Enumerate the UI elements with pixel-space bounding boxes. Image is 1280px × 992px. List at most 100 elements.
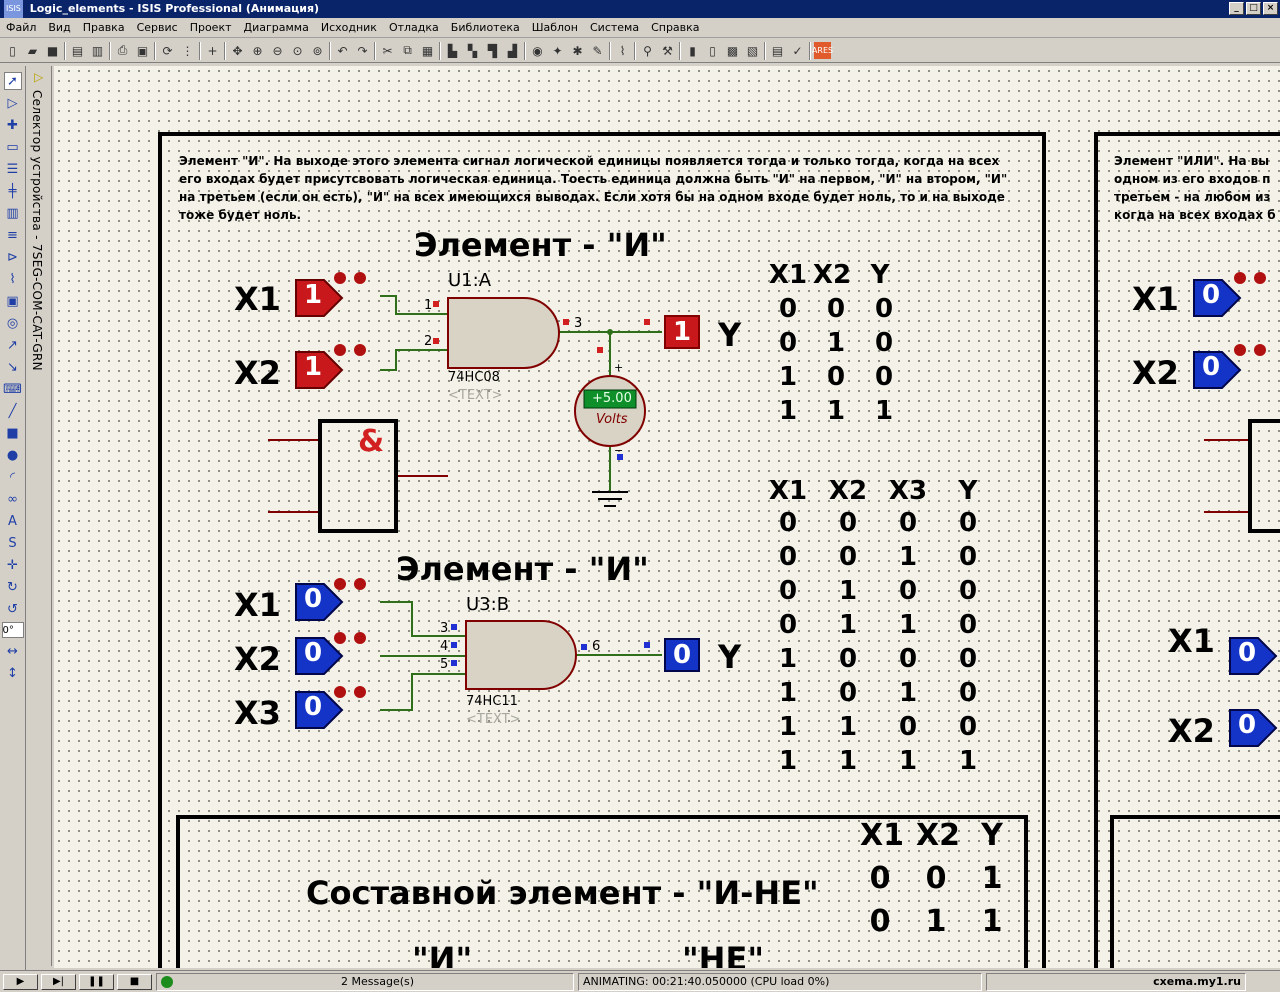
schematic-canvas[interactable]: Элемент "И". На выходе этого элемента си… bbox=[54, 66, 1280, 968]
menu-design[interactable]: Проект bbox=[184, 21, 238, 34]
and-gate-3in-shape[interactable] bbox=[465, 620, 577, 690]
gate1-ref[interactable]: U1:A bbox=[448, 270, 491, 291]
messages-panel[interactable]: 2 Message(s) bbox=[156, 972, 574, 991]
mirror-horizontal-icon[interactable]: ↔ bbox=[4, 642, 22, 660]
text-icon[interactable]: A bbox=[4, 512, 22, 530]
menu-help[interactable]: Справка bbox=[645, 21, 705, 34]
wire-label-icon[interactable]: ▭ bbox=[4, 138, 22, 156]
voltmeter-body[interactable] bbox=[574, 375, 646, 447]
paste-icon[interactable]: ▦ bbox=[419, 42, 436, 59]
zoom-out-icon[interactable]: ⊖ bbox=[269, 42, 286, 59]
grid-icon[interactable]: ⋮ bbox=[179, 42, 196, 59]
origin-icon[interactable]: + bbox=[204, 42, 221, 59]
wire-autorouter-icon[interactable]: ⌇ bbox=[614, 42, 631, 59]
box-icon[interactable]: ■ bbox=[4, 424, 22, 442]
redraw-icon[interactable]: ⟳ bbox=[159, 42, 176, 59]
minimize-button[interactable]: _ bbox=[1229, 2, 1244, 15]
stop-icon[interactable]: ■ bbox=[117, 973, 152, 990]
block-copy-icon[interactable]: ▙ bbox=[444, 42, 461, 59]
pan-icon[interactable]: ✥ bbox=[229, 42, 246, 59]
print-area-icon[interactable]: ▣ bbox=[134, 42, 151, 59]
ares-icon[interactable]: ARES bbox=[812, 42, 833, 59]
save-icon[interactable]: ■ bbox=[44, 42, 61, 59]
netlist-icon[interactable]: ▤ bbox=[769, 42, 786, 59]
junction-icon[interactable]: ✚ bbox=[4, 116, 22, 134]
play-icon[interactable]: ▶ bbox=[3, 973, 38, 990]
block-move-icon[interactable]: ▚ bbox=[464, 42, 481, 59]
tape-recorder-icon[interactable]: ▣ bbox=[4, 292, 22, 310]
logic-output-a[interactable]: 1 bbox=[664, 315, 700, 349]
circle-icon[interactable]: ● bbox=[4, 446, 22, 464]
open-folder-icon[interactable]: ▰ bbox=[24, 42, 41, 59]
menu-library[interactable]: Библиотека bbox=[445, 21, 526, 34]
device-selector-panel[interactable]: ▷ Селектор устройства - 7SEG-COM-CAT-GRN bbox=[28, 66, 52, 966]
package-tool-icon[interactable]: ✱ bbox=[569, 42, 586, 59]
component-mode-icon[interactable]: ▷ bbox=[4, 94, 22, 112]
generator-icon[interactable]: ◎ bbox=[4, 314, 22, 332]
symbol-icon[interactable]: S bbox=[4, 534, 22, 552]
make-device-icon[interactable]: ✦ bbox=[549, 42, 566, 59]
pause-icon[interactable]: ❚❚ bbox=[79, 973, 114, 990]
decompose-icon[interactable]: ✎ bbox=[589, 42, 606, 59]
device-pins-icon[interactable]: ⊳ bbox=[4, 248, 22, 266]
menu-view[interactable]: Вид bbox=[42, 21, 76, 34]
block-rotate-icon[interactable]: ▜ bbox=[484, 42, 501, 59]
close-button[interactable]: × bbox=[1263, 2, 1278, 15]
input-label-x2: X2 bbox=[1168, 712, 1215, 750]
buses-icon[interactable]: ╪ bbox=[4, 182, 22, 200]
menu-system[interactable]: Система bbox=[584, 21, 645, 34]
rotate-ccw-icon[interactable]: ↺ bbox=[4, 600, 22, 618]
new-sheet-icon[interactable]: ▮ bbox=[684, 42, 701, 59]
virtual-instruments-icon[interactable]: ⌨ bbox=[3, 380, 22, 398]
selector-arrow-icon[interactable]: ▷ bbox=[34, 70, 43, 84]
gate2-ref[interactable]: U3:B bbox=[466, 594, 509, 615]
export-icon[interactable]: ▥ bbox=[89, 42, 106, 59]
status-ok-icon bbox=[161, 975, 173, 988]
line-icon[interactable]: ╱ bbox=[4, 402, 22, 420]
path-icon[interactable]: ∞ bbox=[4, 490, 22, 508]
undo-icon[interactable]: ↶ bbox=[334, 42, 351, 59]
property-tool-icon[interactable]: ⚒ bbox=[659, 42, 676, 59]
menu-debug[interactable]: Отладка bbox=[383, 21, 445, 34]
terminals-icon[interactable]: ≡ bbox=[4, 226, 22, 244]
selection-mode-icon[interactable]: ➚ bbox=[3, 72, 22, 90]
menu-edit[interactable]: Правка bbox=[77, 21, 131, 34]
text-script-icon[interactable]: ☰ bbox=[4, 160, 22, 178]
print-icon[interactable]: ⎙ bbox=[114, 42, 131, 59]
menu-source[interactable]: Исходник bbox=[315, 21, 383, 34]
electrical-check-icon[interactable]: ✓ bbox=[789, 42, 806, 59]
voltage-probe-icon[interactable]: ↗ bbox=[4, 336, 22, 354]
toolbar-separator bbox=[199, 41, 201, 60]
arc-icon[interactable]: ◜ bbox=[4, 468, 22, 486]
graph-icon[interactable]: ⌇ bbox=[4, 270, 22, 288]
menu-tools[interactable]: Сервис bbox=[131, 21, 184, 34]
maximize-button[interactable]: □ bbox=[1246, 2, 1261, 15]
bill-materials-icon[interactable]: ▧ bbox=[744, 42, 761, 59]
voltmeter-plus: + bbox=[614, 361, 624, 374]
goto-sheet-icon[interactable]: ▩ bbox=[724, 42, 741, 59]
redo-icon[interactable]: ↷ bbox=[354, 42, 371, 59]
copy-icon[interactable]: ⧉ bbox=[399, 42, 416, 59]
zoom-area-icon[interactable]: ⊚ bbox=[309, 42, 326, 59]
mirror-vertical-icon[interactable]: ↕ bbox=[4, 664, 22, 682]
rotation-field[interactable] bbox=[1, 622, 24, 638]
new-file-icon[interactable]: ▯ bbox=[4, 42, 21, 59]
subcircuit-icon[interactable]: ▥ bbox=[4, 204, 22, 222]
import-icon[interactable]: ▤ bbox=[69, 42, 86, 59]
rotate-cw-icon[interactable]: ↻ bbox=[4, 578, 22, 596]
search-tag-icon[interactable]: ⚲ bbox=[639, 42, 656, 59]
and-gate-shape[interactable] bbox=[447, 297, 560, 369]
menu-graph[interactable]: Диаграмма bbox=[238, 21, 315, 34]
zoom-all-icon[interactable]: ⊙ bbox=[289, 42, 306, 59]
remove-sheet-icon[interactable]: ▯ bbox=[704, 42, 721, 59]
marker-icon[interactable]: ✛ bbox=[4, 556, 22, 574]
step-icon[interactable]: ▶| bbox=[41, 973, 76, 990]
logic-output-b[interactable]: 0 bbox=[664, 638, 700, 672]
current-probe-icon[interactable]: ↘ bbox=[4, 358, 22, 376]
menu-template[interactable]: Шаблон bbox=[526, 21, 584, 34]
block-delete-icon[interactable]: ▟ bbox=[504, 42, 521, 59]
cut-icon[interactable]: ✂ bbox=[379, 42, 396, 59]
zoom-in-icon[interactable]: ⊕ bbox=[249, 42, 266, 59]
pick-device-icon[interactable]: ◉ bbox=[529, 42, 546, 59]
menu-file[interactable]: Файл bbox=[0, 21, 42, 34]
